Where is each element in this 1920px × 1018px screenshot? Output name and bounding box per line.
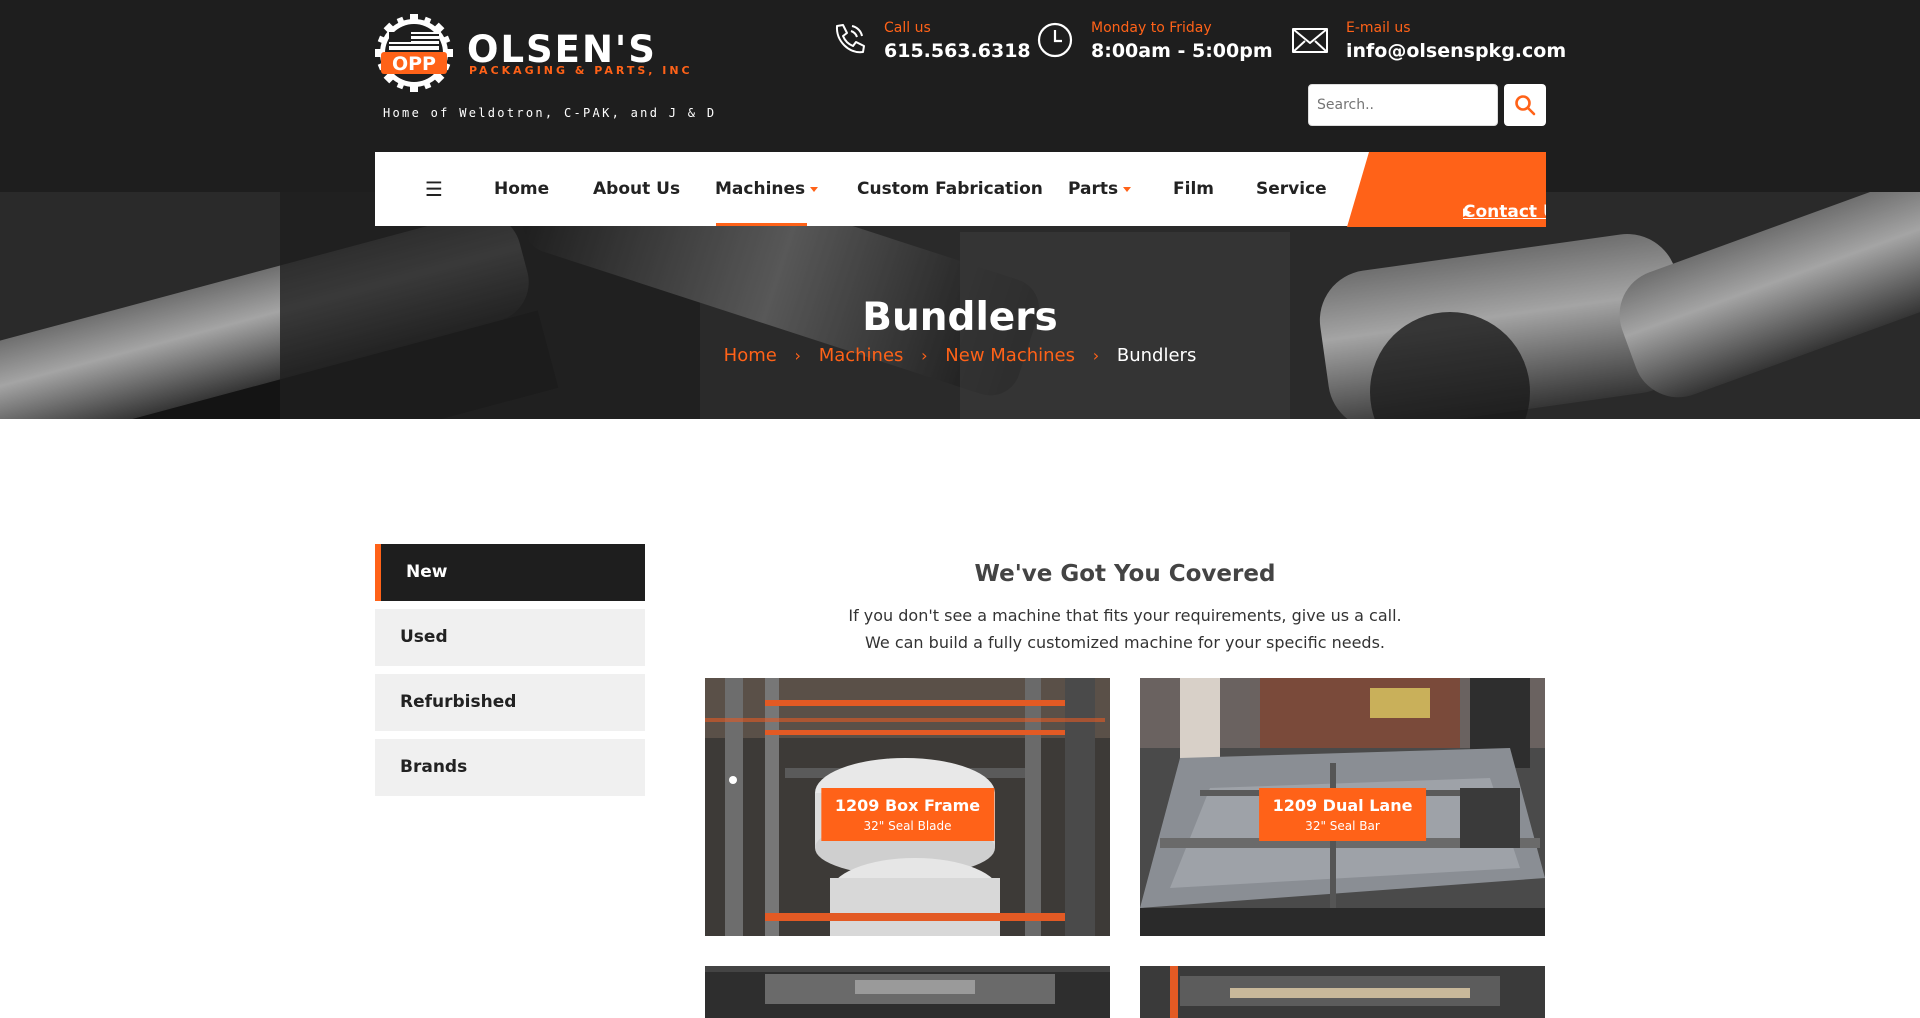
nav-item-service[interactable]: Service bbox=[1256, 152, 1327, 226]
nav-item-film[interactable]: Film bbox=[1173, 152, 1214, 226]
nav-item-custom-fabrication[interactable]: Custom Fabrication bbox=[857, 152, 1043, 226]
page-title: Bundlers bbox=[862, 295, 1058, 340]
nav-active-indicator bbox=[716, 223, 807, 226]
product-image bbox=[705, 966, 1110, 1018]
nav-item-label: Machines bbox=[715, 179, 806, 199]
product-label: 1209 Dual Lane 32" Seal Bar bbox=[1258, 788, 1427, 841]
product-name: 1209 Dual Lane bbox=[1272, 796, 1413, 815]
clock-icon bbox=[1037, 22, 1073, 58]
chevron-right-icon: › bbox=[921, 345, 928, 365]
nav-item-label: Film bbox=[1173, 179, 1214, 199]
breadcrumb: Home › Machines › New Machines › Bundler… bbox=[0, 344, 1920, 366]
hours-value: 8:00am - 5:00pm bbox=[1091, 40, 1273, 62]
gear-logo-icon: OPP bbox=[375, 14, 453, 92]
phone-icon bbox=[835, 24, 865, 54]
product-card-4[interactable] bbox=[1140, 966, 1545, 1018]
section-title: We've Got You Covered bbox=[974, 561, 1276, 587]
search-button[interactable] bbox=[1504, 84, 1546, 126]
search-input[interactable] bbox=[1308, 84, 1498, 126]
chevron-right-icon: › bbox=[794, 345, 801, 365]
sidebar-item-brands[interactable]: Brands bbox=[375, 739, 645, 796]
product-card-3[interactable] bbox=[705, 966, 1110, 1018]
menu-icon[interactable]: ☰ bbox=[425, 152, 443, 226]
breadcrumb-current: Bundlers bbox=[1116, 344, 1197, 366]
nav-item-machines[interactable]: Machines bbox=[715, 152, 819, 226]
phone-number[interactable]: 615.563.6318 bbox=[884, 40, 1031, 62]
product-image bbox=[1140, 966, 1545, 1018]
nav-item-label: Service bbox=[1256, 179, 1327, 199]
email-address[interactable]: info@olsenspkg.com bbox=[1346, 40, 1566, 62]
nav-item-label: About Us bbox=[593, 179, 681, 199]
search-icon bbox=[1515, 95, 1536, 116]
breadcrumb-home[interactable]: Home bbox=[724, 345, 777, 366]
product-name: 1209 Box Frame bbox=[834, 796, 981, 815]
phone-label: Call us bbox=[884, 20, 931, 36]
description-line: We can build a fully customized machine … bbox=[865, 633, 1385, 652]
chevron-right-icon: › bbox=[1092, 345, 1100, 365]
nav-item-about-us[interactable]: About Us bbox=[593, 152, 680, 226]
section-description: If you don't see a machine that fits you… bbox=[705, 602, 1545, 656]
contact-us-button[interactable]: Contact Us ▸ bbox=[1347, 152, 1546, 227]
breadcrumb-machines[interactable]: Machines bbox=[819, 345, 904, 366]
breadcrumb-new-machines[interactable]: New Machines bbox=[945, 345, 1075, 366]
hours-label: Monday to Friday bbox=[1091, 20, 1212, 36]
description-line: If you don't see a machine that fits you… bbox=[848, 606, 1402, 625]
sidebar-item-new[interactable]: New bbox=[375, 544, 645, 601]
brand-subtitle: PACKAGING & PARTS, INC bbox=[469, 64, 693, 77]
email-label: E-mail us bbox=[1346, 20, 1411, 36]
nav-item-label: Parts bbox=[1068, 179, 1119, 199]
mail-icon bbox=[1292, 28, 1328, 53]
nav-item-label: Home bbox=[494, 179, 550, 199]
product-spec: 32" Seal Blade bbox=[863, 819, 952, 833]
nav-item-parts[interactable]: Parts bbox=[1068, 152, 1132, 226]
nav-item-label: Custom Fabrication bbox=[857, 179, 1043, 199]
logo-mark-text: OPP bbox=[392, 53, 436, 75]
sidebar-item-used[interactable]: Used bbox=[375, 609, 645, 666]
brand-tagline: Home of Weldotron, C-PAK, and J & D bbox=[383, 106, 717, 120]
caret-down-icon bbox=[1123, 186, 1132, 192]
category-sidebar: New Used Refurbished Brands bbox=[375, 544, 645, 804]
sidebar-item-refurbished[interactable]: Refurbished bbox=[375, 674, 645, 731]
product-card-box-frame[interactable]: 1209 Box Frame 32" Seal Blade bbox=[705, 678, 1110, 936]
nav-item-home[interactable]: Home bbox=[494, 152, 549, 226]
product-card-dual-lane[interactable]: 1209 Dual Lane 32" Seal Bar bbox=[1140, 678, 1545, 936]
page-hero-banner: Bundlers Home › Machines › New Machines … bbox=[0, 192, 1920, 419]
product-label: 1209 Box Frame 32" Seal Blade bbox=[820, 788, 995, 841]
caret-down-icon bbox=[810, 186, 819, 192]
product-spec: 32" Seal Bar bbox=[1305, 819, 1380, 833]
